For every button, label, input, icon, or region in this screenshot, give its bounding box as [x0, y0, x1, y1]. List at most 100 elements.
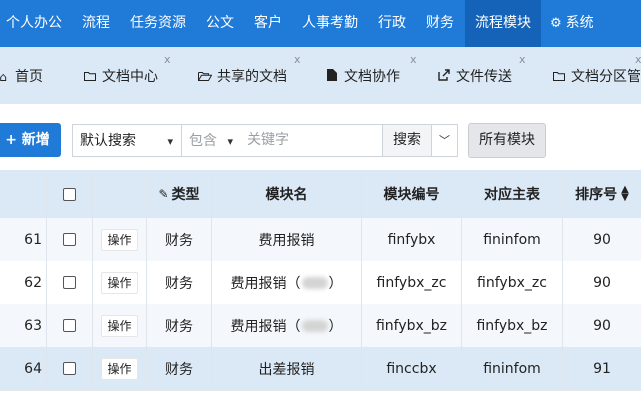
- row-main-table: finfybx_bz: [462, 304, 563, 347]
- header-op: [93, 170, 147, 218]
- share-icon: [437, 47, 451, 107]
- chevron-down-icon: ﹀: [439, 134, 450, 147]
- tab-document-collaboration[interactable]: 文档协作: [325, 47, 400, 104]
- all-modules-button[interactable]: 所有模块: [468, 123, 546, 158]
- tab-close-document-center[interactable]: x: [164, 54, 171, 65]
- row-checkbox[interactable]: [63, 276, 76, 289]
- header-module-name[interactable]: 模块名: [212, 170, 362, 218]
- table-row[interactable]: 63 操作 财务 费用报销（ ） finfybx_bz finfybx_bz 90: [0, 304, 641, 348]
- tab-label: 共享的文档: [217, 69, 287, 85]
- op-button[interactable]: 操作: [101, 228, 138, 251]
- sort-icon: ▲ ▼: [621, 184, 629, 203]
- match-mode-select[interactable]: 包含 ▾: [181, 124, 242, 157]
- nav-label: 任务资源: [130, 15, 186, 31]
- tab-shared-documents[interactable]: 共享的文档: [198, 47, 287, 104]
- op-button[interactable]: 操作: [101, 357, 138, 380]
- chevron-down-icon: ▾: [227, 135, 233, 148]
- row-module-code: finccbx: [362, 347, 462, 390]
- row-type: 财务: [147, 218, 212, 261]
- header-label: 排序号: [575, 187, 618, 203]
- search-options-dropdown[interactable]: ﹀: [431, 124, 458, 157]
- nav-item-system[interactable]: ⚙ 系统: [550, 0, 594, 47]
- row-module-code: finfybx_zc: [362, 261, 462, 304]
- tab-close-document-collaboration[interactable]: x: [410, 54, 417, 65]
- nav-label: 流程模块: [475, 15, 531, 31]
- add-button[interactable]: + 新增: [0, 123, 61, 157]
- row-select: [47, 347, 93, 390]
- toolbar: + 新增 默认搜索 ▾ 包含 ▾ 关键字 搜索 ﹀ 所有模块: [0, 104, 641, 170]
- header-main-table[interactable]: 对应主表: [462, 170, 563, 218]
- module-name-text: 费用报销（: [230, 275, 301, 292]
- row-checkbox[interactable]: [63, 319, 76, 332]
- search-button[interactable]: 搜索: [382, 124, 432, 157]
- nav-label: 行政: [378, 15, 406, 31]
- search-mode-value: 默认搜索: [80, 133, 136, 149]
- table-row[interactable]: 64 操作 财务 出差报销 finccbx fininfom 91: [0, 347, 641, 391]
- row-main-table: finfybx_zc: [462, 261, 563, 304]
- module-name-suffix: ）: [328, 275, 343, 292]
- table-header: ✎ 类型 模块名 模块编号 对应主表 排序号 ▲ ▼: [0, 170, 641, 219]
- row-sort-number: 90: [593, 317, 611, 334]
- tab-home[interactable]: ⌂ 首页: [0, 47, 43, 104]
- header-module-code[interactable]: 模块编号: [362, 170, 462, 218]
- row-sort-number: 90: [593, 274, 611, 291]
- row-checkbox[interactable]: [63, 362, 76, 375]
- row-module-name: 出差报销: [212, 347, 362, 390]
- nav-item-documents[interactable]: 公文: [206, 0, 234, 47]
- tab-label: 文件传送: [456, 69, 512, 85]
- header-index: [0, 170, 47, 218]
- chevron-down-icon: ▾: [167, 135, 173, 148]
- nav-item-customers[interactable]: 客户: [254, 0, 282, 47]
- header-type[interactable]: ✎ 类型: [147, 170, 212, 218]
- nav-item-administration[interactable]: 行政: [378, 0, 406, 47]
- row-sort-number: 90: [593, 231, 611, 248]
- nav-item-workflow[interactable]: 流程: [82, 0, 110, 47]
- row-index: 62: [0, 261, 47, 304]
- search-mode-select[interactable]: 默认搜索 ▾: [72, 124, 182, 157]
- tab-label: 文档中心: [102, 69, 158, 85]
- tab-label: 首页: [15, 69, 43, 85]
- tab-close-file-transfer[interactable]: x: [519, 54, 526, 65]
- folder-icon: [552, 47, 566, 107]
- match-mode-value: 包含: [189, 133, 217, 149]
- row-type: 财务: [147, 261, 212, 304]
- tab-close-shared-documents[interactable]: x: [294, 54, 301, 65]
- table-row[interactable]: 61 操作 财务 费用报销 finfybx fininfom 90: [0, 218, 641, 262]
- row-module-code: finfybx_bz: [362, 304, 462, 347]
- edit-icon: ✎: [158, 187, 169, 201]
- row-op-cell: 操作: [93, 218, 147, 261]
- row-checkbox[interactable]: [63, 233, 76, 246]
- nav-item-personal-office[interactable]: 个人办公: [0, 0, 66, 47]
- row-select: [47, 218, 93, 261]
- header-label: 模块编号: [383, 187, 440, 203]
- redacted-text: [301, 319, 328, 332]
- nav-item-hr-attendance[interactable]: 人事考勤: [302, 0, 358, 47]
- op-button[interactable]: 操作: [101, 271, 138, 294]
- folder-icon: [83, 47, 97, 107]
- nav-item-finance[interactable]: 财务: [426, 0, 454, 47]
- top-nav: 个人办公 流程 任务资源 公文 客户 人事考勤 行政 财务 流程模块 ⚙ 系统: [0, 0, 641, 47]
- header-sort-number[interactable]: 排序号 ▲ ▼: [563, 170, 641, 218]
- row-module-name: 费用报销（ ）: [212, 304, 362, 347]
- select-all-checkbox[interactable]: [63, 187, 76, 201]
- row-type: 财务: [147, 304, 212, 347]
- keyword-input[interactable]: 关键字: [241, 124, 383, 157]
- row-index: 63: [0, 304, 47, 347]
- tab-file-transfer[interactable]: 文件传送: [437, 47, 512, 104]
- nav-label: 个人办公: [6, 15, 62, 31]
- plus-icon: +: [5, 132, 17, 148]
- row-op-cell: 操作: [93, 304, 147, 347]
- tab-close-document-partition[interactable]: x: [635, 54, 641, 65]
- table-row[interactable]: 62 操作 财务 费用报销（ ） finfybx_zc finfybx_zc 90: [0, 261, 641, 305]
- tab-document-center[interactable]: 文档中心: [83, 47, 158, 104]
- row-index: 61: [0, 218, 47, 261]
- redacted-text: [301, 276, 328, 289]
- tab-document-partition[interactable]: 文档分区管: [552, 47, 641, 104]
- row-module-name: 费用报销（ ）: [212, 261, 362, 304]
- header-label: 类型: [171, 187, 200, 203]
- tab-bar: ⌂ 首页 文档中心 x 共享的文档 x 文档协作 x 文件传送 x 文档分区管 x: [0, 47, 641, 104]
- row-op-cell: 操作: [93, 347, 147, 390]
- nav-item-task-resources[interactable]: 任务资源: [130, 0, 186, 47]
- op-button[interactable]: 操作: [101, 314, 138, 337]
- nav-item-workflow-modules[interactable]: 流程模块: [465, 0, 541, 47]
